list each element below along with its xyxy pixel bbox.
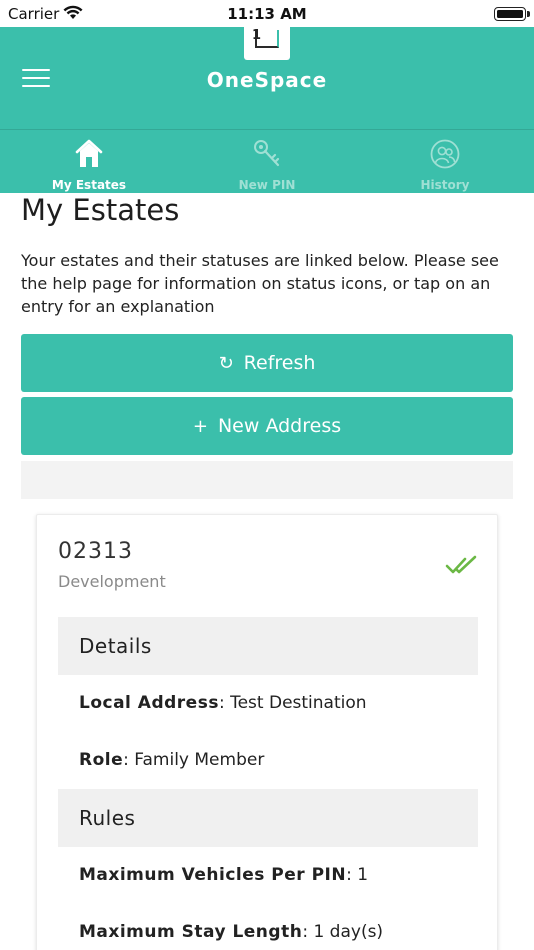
tab-history[interactable]: History [356,130,534,194]
max-vehicles-value: 1 [357,865,369,885]
search-bar-placeholder [21,461,513,499]
max-stay-label: Maximum Stay Length [79,922,303,942]
new-address-button[interactable]: + New Address [21,397,513,455]
refresh-label: Refresh [243,352,316,374]
tab-label: New PIN [238,178,296,192]
refresh-button[interactable]: ↻ Refresh [21,334,513,392]
tab-bar: My Estates New PIN History [0,129,534,193]
tab-label: My Estates [51,178,127,192]
home-icon [75,139,103,167]
new-address-label: New Address [217,415,342,437]
clock: 11:13 AM [227,5,307,23]
max-stay-row: Maximum Stay Length: 1 day(s) [79,922,384,942]
tab-my-estates[interactable]: My Estates [0,130,178,194]
plus-icon: + [192,416,208,437]
tab-new-pin[interactable]: New PIN [178,130,356,194]
details-section-header: Details [58,617,478,675]
role-label: Role [79,750,124,770]
local-address-value: Test Destination [230,693,367,713]
status-bar: Carrier 11:13 AM [0,0,534,27]
max-vehicles-row: Maximum Vehicles Per PIN: 1 [79,865,369,885]
app-title: OneSpace [206,68,328,92]
role-value: Family Member [134,750,265,770]
battery-icon [494,7,530,21]
refresh-icon: ↻ [218,353,234,374]
details-heading: Details [79,634,152,658]
double-check-icon[interactable] [445,553,479,577]
estate-card[interactable]: 02313 Development Details Local Address:… [36,514,498,950]
estate-code: 02313 [58,539,133,564]
rules-section-header: Rules [58,789,478,847]
rules-heading: Rules [79,806,136,830]
app-logo: 1 [244,27,290,60]
intro-text: Your estates and their statuses are link… [21,251,499,316]
local-address-label: Local Address [79,693,219,713]
role-row: Role: Family Member [79,750,265,770]
max-vehicles-label: Maximum Vehicles Per PIN [79,865,347,885]
key-icon [254,140,280,167]
people-icon [430,139,460,169]
estate-name: Development [58,572,166,591]
tab-label: History [420,178,470,192]
max-stay-value: 1 day(s) [313,922,384,942]
app-header: 1 OneSpace [0,27,534,129]
page-title: My Estates [21,193,180,227]
local-address-row: Local Address: Test Destination [79,693,367,713]
logo-text: 1 [252,28,262,43]
